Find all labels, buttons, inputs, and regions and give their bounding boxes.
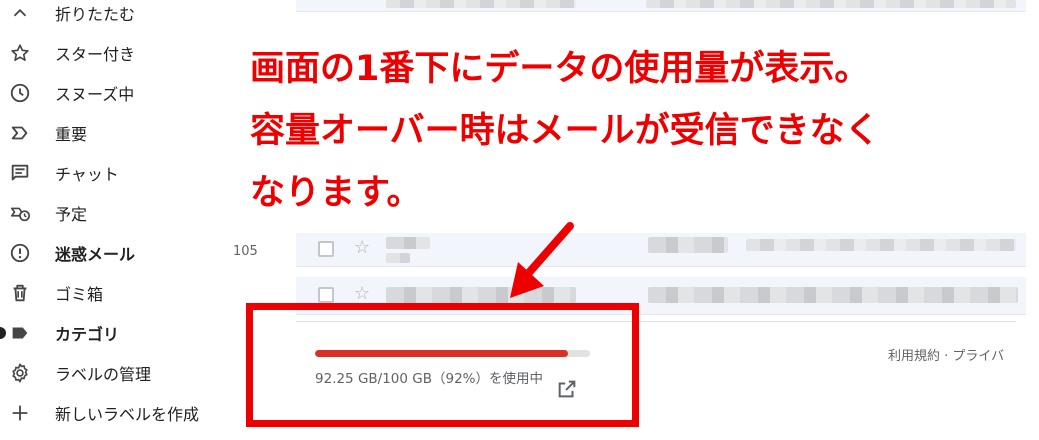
- sidebar-item-label: 予定: [55, 205, 88, 224]
- annotation-text: 画面の1番下にデータの使用量が表示。 容量オーバー時はメールが受信できなく なり…: [250, 38, 1010, 224]
- star-icon: [8, 41, 32, 65]
- sidebar-item-label: スター付き: [55, 45, 136, 64]
- blurred-subject: [646, 0, 1016, 8]
- star-toggle-icon[interactable]: ☆: [354, 239, 370, 257]
- sidebar-item-label: チャット: [55, 165, 119, 184]
- plus-icon: [8, 401, 32, 425]
- sidebar-item-label: ゴミ箱: [55, 285, 104, 304]
- sidebar-item-chat[interactable]: チャット: [0, 153, 230, 193]
- label-icon: [8, 321, 32, 345]
- blurred-snippet: [746, 239, 1016, 251]
- email-row[interactable]: [296, 0, 1026, 12]
- sidebar-item-categories[interactable]: カテゴリ: [0, 313, 230, 353]
- label-important-icon: [8, 121, 32, 145]
- sidebar-item-starred[interactable]: スター付き: [0, 33, 230, 73]
- footer-links[interactable]: 利用規約 · プライバ: [888, 345, 1004, 364]
- gear-icon: [8, 361, 32, 385]
- spam-count-badge: 105: [233, 244, 258, 259]
- sidebar-item-collapse[interactable]: 折りたたむ: [0, 0, 230, 33]
- sidebar-item-important[interactable]: 重要: [0, 113, 230, 153]
- blurred-sender: [386, 0, 576, 8]
- sidebar-item-label: スヌーズ中: [55, 85, 135, 104]
- sidebar-item-label: 迷惑メール: [55, 245, 136, 264]
- clock-icon: [8, 81, 32, 105]
- sidebar-item-trash[interactable]: ゴミ箱: [0, 273, 230, 313]
- scheduled-icon: [8, 201, 32, 225]
- annotation-line: 容量オーバー時はメールが受信できなく: [250, 111, 880, 151]
- blurred-subject: [648, 237, 728, 253]
- annotation-arrow-icon: [510, 222, 574, 298]
- sidebar-item-label: ラベルの管理: [55, 365, 152, 384]
- star-toggle-icon[interactable]: ☆: [354, 285, 370, 303]
- sidebar-item-manage-labels[interactable]: ラベルの管理: [0, 353, 230, 393]
- sidebar-item-scheduled[interactable]: 予定: [0, 193, 230, 233]
- blurred-sender: [386, 253, 410, 263]
- sidebar-item-label: カテゴリ: [55, 325, 120, 344]
- email-row[interactable]: ☆: [296, 233, 1026, 267]
- sidebar-item-create-label[interactable]: 新しいラベルを作成: [0, 393, 230, 433]
- sidebar-item-snoozed[interactable]: スヌーズ中: [0, 73, 230, 113]
- blurred-sender: [386, 237, 430, 249]
- sidebar: 折りたたむ スター付き スヌーズ中 重要 チャット 予定 迷惑メール ゴミ箱 カ…: [0, 0, 230, 440]
- chat-icon: [8, 161, 32, 185]
- chevron-up-icon: [8, 1, 32, 25]
- sidebar-item-label: 重要: [55, 125, 88, 144]
- expand-indicator: [0, 327, 6, 339]
- email-checkbox[interactable]: [318, 241, 334, 257]
- email-checkbox[interactable]: [318, 287, 334, 303]
- sidebar-item-label: 新しいラベルを作成: [55, 405, 200, 424]
- trash-icon: [8, 281, 32, 305]
- spam-icon: [8, 241, 32, 265]
- sidebar-item-label: 折りたたむ: [55, 5, 136, 24]
- annotation-highlight-box: [246, 303, 639, 427]
- annotation-line: 画面の1番下にデータの使用量が表示。: [250, 49, 870, 89]
- blurred-subject: [648, 287, 1018, 303]
- sidebar-item-spam[interactable]: 迷惑メール: [0, 233, 230, 273]
- annotation-line: なります。: [250, 173, 422, 213]
